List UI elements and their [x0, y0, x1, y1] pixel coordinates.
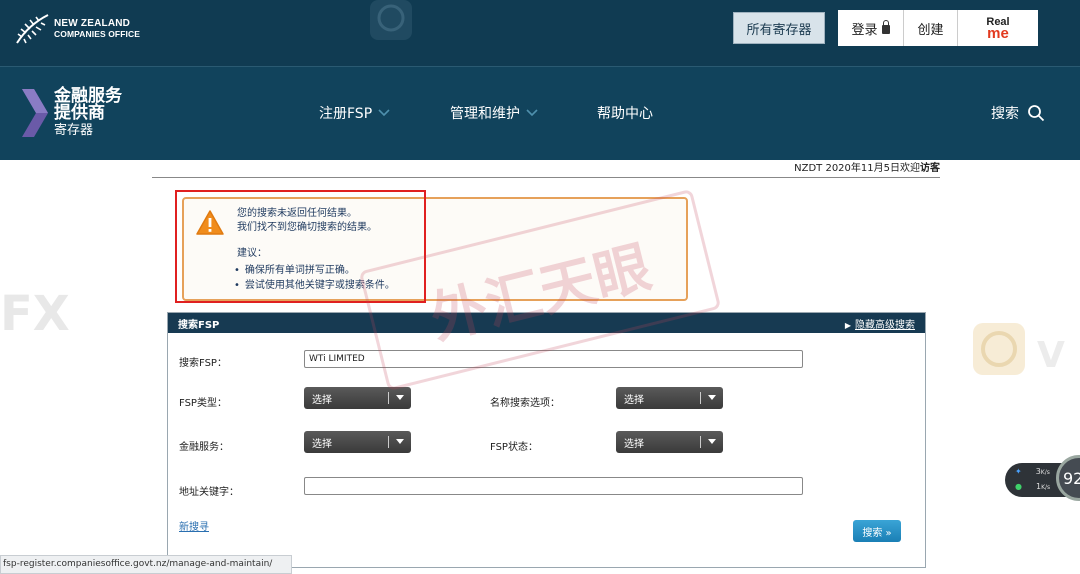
search-icon — [1028, 105, 1045, 122]
fsp-type-select[interactable]: 选择 — [304, 387, 411, 409]
select-separator — [700, 392, 701, 404]
upload-unit: K/s — [1040, 469, 1050, 476]
dropdown-arrow-icon — [396, 439, 404, 444]
panel-header: 搜索FSP ▶ 隐藏高级搜索 — [168, 313, 925, 333]
top-bar: NEW ZEALAND COMPANIES OFFICE 所有寄存器 登录 创建… — [0, 0, 1080, 66]
upload-speed: ✦ 3K/s — [1015, 467, 1050, 476]
nav-item-manage-maintain[interactable]: 管理和维护 — [450, 103, 538, 123]
main-nav: 金融服务 提供商 寄存器 注册FSP 管理和维护 帮助中心 搜索 — [0, 66, 1080, 160]
highlight-annotation-frame — [175, 190, 426, 303]
triangle-right-icon: ▶ — [844, 320, 851, 330]
financial-service-label: 金融服务： — [179, 442, 229, 453]
date-welcome-line: NZDT 2020年11月5日欢迎访客 — [152, 160, 940, 178]
lock-icon — [881, 19, 890, 34]
search-button[interactable]: 搜索 » — [853, 520, 901, 542]
auth-box: 登录 创建 Real me — [838, 10, 1038, 46]
name-search-option-select[interactable]: 选择 — [616, 387, 723, 409]
brand-line-2: COMPANIES OFFICE — [54, 29, 140, 39]
fern-icon — [16, 14, 49, 44]
logo-line-2: 提供商 — [54, 102, 105, 123]
select-value: 选择 — [312, 394, 332, 406]
address-keyword-input[interactable] — [304, 477, 803, 495]
fsp-name-label: 搜索FSP： — [179, 358, 227, 369]
select-value: 选择 — [624, 438, 644, 450]
financial-service-select[interactable]: 选择 — [304, 431, 411, 453]
name-search-option-label: 名称搜索选项： — [490, 398, 560, 409]
fsp-type-label: FSP类型： — [179, 398, 227, 409]
select-separator — [388, 392, 389, 404]
date-text: NZDT 2020年11月5日欢迎 — [794, 163, 920, 174]
brand-line-1: NEW ZEALAND — [54, 18, 131, 29]
realme-logo[interactable]: Real me — [958, 17, 1038, 42]
wikifx-right-watermark: V — [973, 323, 1065, 376]
chevron-logo-icon — [22, 89, 48, 137]
fsp-register-logo[interactable]: 金融服务 提供商 寄存器 — [20, 87, 122, 139]
fsp-register-title: 金融服务 提供商 寄存器 — [54, 85, 122, 139]
search-fsp-panel: 搜索FSP ▶ 隐藏高级搜索 搜索FSP： WTi LIMITED FSP类型： … — [167, 312, 926, 568]
address-keyword-label: 地址关键字： — [179, 487, 239, 498]
nav-search-label: 搜索 — [991, 106, 1019, 122]
dropdown-arrow-icon — [708, 439, 716, 444]
wikifx-left-watermark: FX — [0, 286, 70, 340]
logo-line-3: 寄存器 — [54, 122, 94, 138]
fsp-status-label: FSP状态： — [490, 442, 538, 453]
nav-item-label: 注册FSP — [319, 106, 373, 122]
select-separator — [700, 436, 701, 448]
create-button[interactable]: 创建 — [904, 10, 958, 46]
select-value: 选择 — [312, 438, 332, 450]
nav-item-help-centre[interactable]: 帮助中心 — [597, 103, 653, 123]
dropdown-arrow-icon — [396, 395, 404, 400]
nz-companies-office-logo[interactable]: NEW ZEALAND COMPANIES OFFICE — [14, 12, 140, 46]
nav-item-label: 帮助中心 — [597, 106, 653, 122]
download-dot-icon: ● — [1015, 482, 1022, 491]
hide-advanced-search-link[interactable]: ▶ 隐藏高级搜索 — [845, 316, 915, 331]
visitor-label: 访客 — [920, 163, 940, 174]
browser-status-url: fsp-register.companiesoffice.govt.nz/man… — [0, 555, 292, 574]
logo-line-1: 金融服务 — [54, 85, 122, 106]
nz-brand-text: NEW ZEALAND COMPANIES OFFICE — [54, 18, 140, 40]
realme-me-text: me — [987, 25, 1009, 42]
fsp-status-select[interactable]: 选择 — [616, 431, 723, 453]
new-search-link[interactable]: 新搜寻 — [179, 518, 209, 533]
upload-arrow-icon: ✦ — [1015, 467, 1022, 476]
fsp-name-input[interactable]: WTi LIMITED — [304, 350, 803, 368]
nav-item-label: 管理和维护 — [450, 106, 520, 122]
download-speed: ● 1K/s — [1015, 482, 1050, 491]
download-unit: K/s — [1041, 484, 1051, 491]
login-button[interactable]: 登录 — [838, 10, 904, 46]
select-value: 选择 — [624, 394, 644, 406]
nav-item-register-fsp[interactable]: 注册FSP — [319, 103, 390, 123]
all-registers-button[interactable]: 所有寄存器 — [733, 12, 825, 44]
chevron-down-icon — [378, 109, 390, 117]
watermark-fragment: V — [1037, 335, 1065, 376]
advanced-link-label: 隐藏高级搜索 — [855, 319, 915, 331]
watermark-fragment: FX — [0, 286, 70, 340]
select-separator — [388, 436, 389, 448]
nav-search-button[interactable]: 搜索 — [991, 103, 1045, 123]
login-label: 登录 — [851, 22, 878, 38]
dropdown-arrow-icon — [708, 395, 716, 400]
chevron-down-icon — [526, 109, 538, 117]
panel-title: 搜索FSP — [178, 319, 220, 331]
